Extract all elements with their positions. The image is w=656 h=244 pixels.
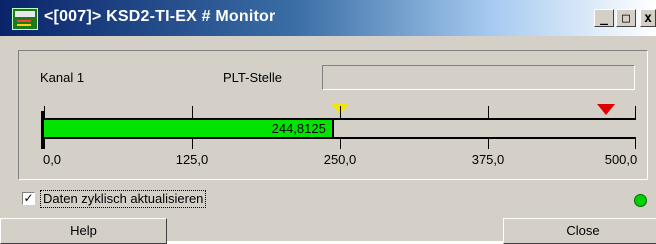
window-title: <[007]> KSD2-TI-EX # Monitor — [44, 8, 276, 25]
gauge-tick-label: 125,0 — [175, 152, 209, 167]
red-limit-marker-icon — [597, 104, 616, 115]
minimize-button[interactable]: _ — [594, 9, 614, 27]
plt-field-value — [323, 66, 634, 74]
app-icon — [12, 8, 38, 30]
gauge-tick — [44, 139, 45, 149]
gauge-value-text: 244,8125 — [271, 121, 326, 136]
plt-label: PLT-Stelle — [223, 70, 283, 85]
help-button[interactable]: Help — [0, 218, 167, 244]
cyclic-update-checkbox[interactable]: ✓ — [22, 192, 35, 205]
cyclic-update-label[interactable]: Daten zyklisch aktualisieren — [40, 190, 207, 208]
gauge-tick — [192, 139, 193, 149]
gauge-tick — [488, 106, 489, 118]
gauge-tick — [44, 106, 45, 118]
maximize-button[interactable]: □ — [616, 9, 636, 27]
value-gauge: 244,8125 0,0 125,0 250,0 375,0 500,0 — [0, 100, 656, 180]
gauge-tick — [192, 106, 193, 118]
plt-field — [322, 65, 635, 90]
gauge-tick-label: 250,0 — [323, 152, 357, 167]
gauge-tick — [340, 106, 341, 118]
status-led-icon — [634, 194, 647, 207]
close-button[interactable]: Close — [503, 218, 656, 244]
close-window-button[interactable]: x — [640, 9, 656, 27]
gauge-tick — [635, 139, 636, 149]
title-bar[interactable]: <[007]> KSD2-TI-EX # Monitor _ □ x — [0, 0, 656, 36]
gauge-tick — [488, 139, 489, 149]
gauge-tick-label: 375,0 — [471, 152, 505, 167]
gauge-tick — [340, 139, 341, 149]
gauge-tick-label: 0,0 — [42, 152, 62, 167]
gauge-base-line — [42, 137, 636, 139]
monitor-window: <[007]> KSD2-TI-EX # Monitor _ □ x Kanal… — [0, 0, 656, 244]
gauge-fill: 244,8125 — [44, 120, 334, 137]
channel-label: Kanal 1 — [40, 70, 85, 85]
gauge-tick-label: 500,0 — [604, 152, 638, 167]
gauge-tick — [635, 106, 636, 118]
